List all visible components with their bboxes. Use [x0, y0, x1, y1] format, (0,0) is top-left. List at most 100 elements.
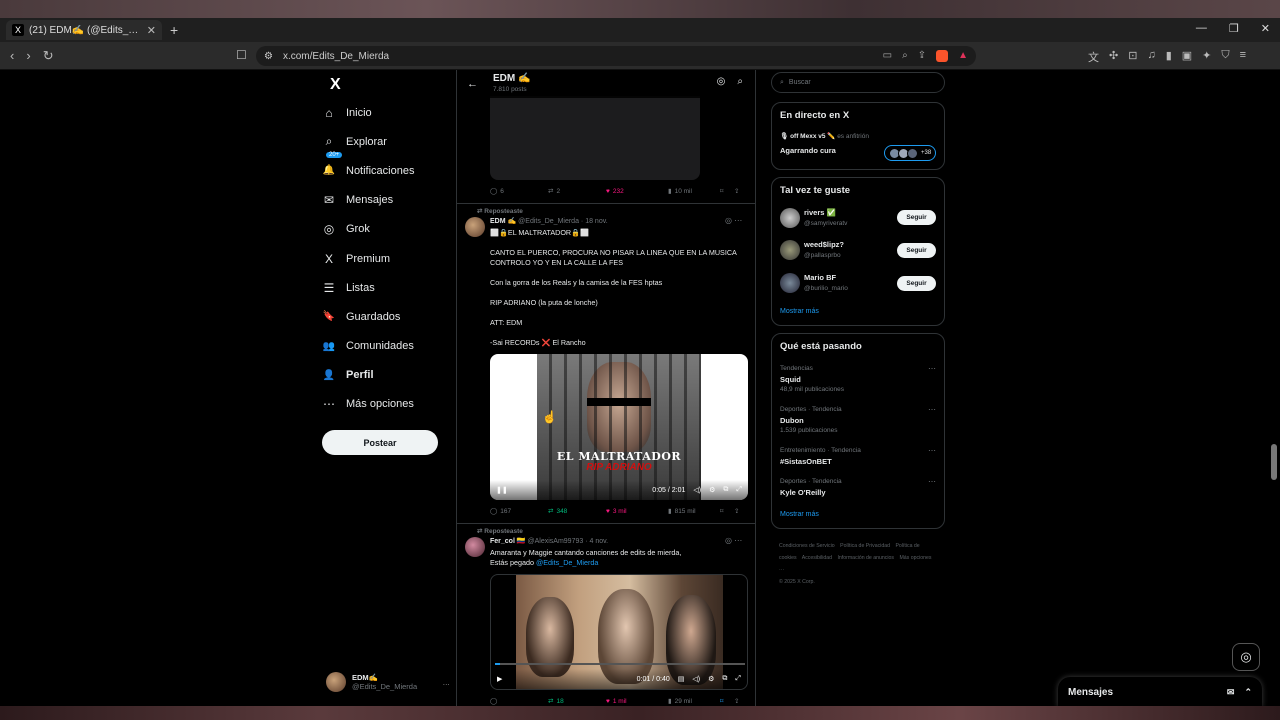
messages-drawer[interactable]: Mensajes ✉ ⌃	[1058, 677, 1262, 707]
user-name[interactable]: weed$lipz?	[804, 240, 844, 249]
nav-item-premium[interactable]: X Premium	[322, 244, 452, 273]
live-listeners[interactable]: +38	[884, 145, 936, 161]
fullscreen-icon[interactable]: ⤢	[736, 486, 742, 494]
back-icon[interactable]: ‹	[10, 48, 14, 64]
tab-close-icon[interactable]: ✕	[147, 24, 156, 37]
captions-icon[interactable]: ▤	[678, 675, 685, 683]
avatar[interactable]	[465, 537, 485, 557]
tweet-more-icons[interactable]: ◎ ⋯	[725, 216, 742, 225]
search-icon[interactable]: ⌕	[737, 76, 743, 87]
site-info-icon[interactable]: ⚙	[264, 51, 273, 62]
x-logo-icon[interactable]: X	[330, 76, 341, 94]
views-button[interactable]: ▮ 29 mil	[668, 697, 720, 706]
cast-icon[interactable]: ▭	[883, 50, 892, 62]
account-more-icon[interactable]: …	[443, 678, 451, 687]
search-input[interactable]: ⌕ Buscar	[771, 72, 945, 93]
menu-icon[interactable]: ≡	[1240, 49, 1246, 65]
trend-name[interactable]: #SistasOnBET	[780, 457, 832, 466]
minimize-icon[interactable]: —	[1196, 22, 1207, 35]
nav-item-guardados[interactable]: 🔖 Guardados	[322, 302, 452, 331]
extensions-icon[interactable]: ✣	[1109, 49, 1118, 65]
trend-name[interactable]: Dubon	[780, 416, 804, 425]
pause-icon[interactable]: ❚❚	[496, 486, 508, 494]
brave-shield-icon[interactable]	[936, 50, 949, 62]
grok-fab-icon[interactable]: ◎	[1232, 643, 1260, 671]
reply-button[interactable]: ◯ 6	[490, 187, 548, 196]
nav-item-grok[interactable]: ◎ Grok	[322, 215, 452, 244]
author-name[interactable]: EDM ✍️	[490, 218, 516, 225]
live-topic[interactable]: Agarrando cura	[780, 146, 836, 155]
vpn-icon[interactable]: ⛉	[1221, 49, 1229, 65]
user-name[interactable]: Mario BF	[804, 273, 836, 282]
new-message-icon[interactable]: ✉	[1227, 687, 1235, 698]
nav-item-notificaciones[interactable]: 🔔 20+ Notificaciones	[322, 152, 452, 185]
footer-link[interactable]: Información de anuncios	[837, 555, 894, 561]
bookmark-icon[interactable]: ⌑	[720, 187, 734, 195]
zoom-icon[interactable]: ⌕	[902, 50, 908, 62]
volume-icon[interactable]: ◁)	[692, 675, 700, 683]
nav-item-mensajes[interactable]: ✉ Mensajes	[322, 186, 452, 215]
nav-item-explorar[interactable]: ⌕ Explorar	[322, 127, 452, 156]
views-button[interactable]: ▮ 10 mil	[668, 187, 720, 196]
trend-name[interactable]: Squid	[780, 375, 801, 384]
rewards-icon[interactable]: ▲	[958, 50, 968, 62]
address-bar[interactable]: ⚙ x.com/Edits_De_Mierda ▭ ⌕ ⇪ ▲	[256, 46, 976, 66]
bookmark-page-icon[interactable]: ☐	[236, 48, 247, 62]
grok-icon[interactable]: ◎	[717, 76, 726, 87]
repost-button[interactable]: ⇄ 18	[548, 697, 606, 706]
footer-link[interactable]: Accesibilidad	[802, 555, 832, 561]
trend-more-icon[interactable]: ⋯	[928, 405, 936, 414]
repost-button[interactable]: ⇄ 2	[548, 187, 606, 196]
reply-button[interactable]: ◯ 167	[490, 507, 548, 516]
sidebar-icon[interactable]: ▮	[1166, 49, 1172, 65]
live-host[interactable]: 🎙 off Mexx v5 ✏️ es anfitrión	[780, 132, 869, 140]
nav-item-perfil[interactable]: 👤 Perfil	[322, 361, 452, 390]
reload-icon[interactable]: ↻	[43, 48, 54, 64]
mention-link[interactable]: @Edits_De_Mierda	[536, 558, 598, 567]
trend-name[interactable]: Kyle O'Reilly	[780, 488, 826, 497]
page-scrollbar[interactable]	[1271, 444, 1277, 480]
like-button[interactable]: ♥ 3 mil	[606, 508, 668, 515]
translate-icon[interactable]: 文	[1088, 49, 1099, 65]
nav-item-listas[interactable]: ☰ Listas	[322, 273, 452, 302]
avatar[interactable]	[465, 217, 485, 237]
footer-link[interactable]: Política de Privacidad	[840, 543, 890, 549]
close-window-icon[interactable]: ✕	[1261, 22, 1270, 35]
like-button[interactable]: ♥ 1 mil	[606, 698, 668, 705]
media-icon[interactable]: ♫	[1147, 49, 1155, 65]
leo-icon[interactable]: ✦	[1202, 49, 1211, 65]
tweet-more-icons[interactable]: ◎ ⋯	[725, 536, 742, 545]
settings-icon[interactable]: ⚙	[709, 486, 715, 494]
user-name[interactable]: rivers ✅	[804, 208, 836, 217]
nav-item-inicio[interactable]: ⌂ Inicio	[322, 98, 452, 127]
volume-icon[interactable]: ◁)	[693, 486, 701, 494]
account-switcher[interactable]: EDM✍️ @Edits_De_Mierda …	[326, 670, 450, 694]
video-player[interactable]: ▶ 0:01 / 0:40 ▤ ◁) ⚙ ⧉ ⤢	[490, 574, 748, 690]
wallet-icon[interactable]: ▣	[1182, 49, 1192, 65]
repost-button[interactable]: ⇄ 348	[548, 507, 606, 516]
screenshot-icon[interactable]: ⊡	[1128, 49, 1137, 65]
nav-item-comunidades[interactable]: 👥 Comunidades	[322, 332, 452, 361]
previous-video[interactable]	[490, 96, 700, 180]
play-icon[interactable]: ▶	[497, 675, 502, 683]
share-icon[interactable]: ⇪	[734, 507, 739, 515]
avatar[interactable]	[780, 208, 800, 228]
author-name[interactable]: Fer_col 🇨🇴	[490, 538, 526, 545]
show-more-link[interactable]: Mostrar más	[780, 308, 819, 315]
share-icon[interactable]: ⇪	[918, 50, 926, 62]
follow-button[interactable]: Seguir	[897, 243, 936, 258]
trend-more-icon[interactable]: ⋯	[928, 364, 936, 373]
bookmark-icon[interactable]: ⌑	[720, 507, 734, 515]
forward-icon[interactable]: ›	[26, 48, 30, 64]
maximize-icon[interactable]: ❐	[1229, 22, 1239, 35]
video-player[interactable]: EL MALTRATADOR RIP ADRIANO ❚❚ 0:05 / 2:0…	[490, 354, 748, 500]
footer-link[interactable]: Condiciones de Servicio	[779, 543, 835, 549]
post-button[interactable]: Postear	[322, 430, 438, 455]
settings-icon[interactable]: ⚙	[708, 675, 714, 683]
back-arrow-icon[interactable]: ←	[467, 78, 478, 90]
share-icon[interactable]: ⇪	[734, 187, 739, 195]
trend-more-icon[interactable]: ⋯	[928, 446, 936, 455]
reply-button[interactable]: ◯	[490, 697, 548, 705]
show-more-link[interactable]: Mostrar más	[780, 511, 819, 518]
bookmark-icon[interactable]: ⌑	[720, 697, 734, 705]
